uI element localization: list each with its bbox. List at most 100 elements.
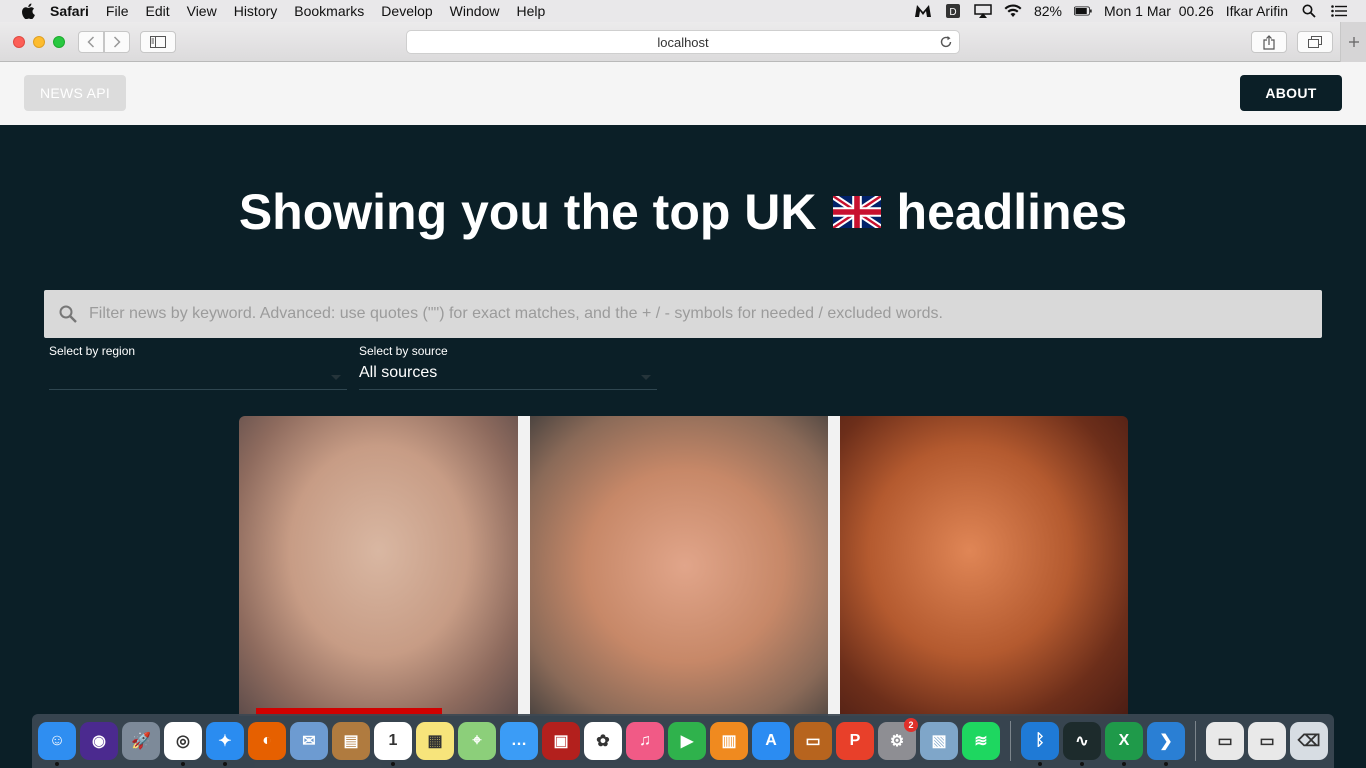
facetime-icon[interactable]: ▶ [668, 722, 706, 760]
vscode-icon[interactable]: ❯ [1147, 722, 1185, 766]
search-input[interactable] [89, 305, 1289, 323]
safari-icon[interactable]: ✦ [206, 722, 244, 766]
fullscreen-window-button[interactable] [53, 36, 65, 48]
source-select-value: All sources [359, 364, 438, 381]
mail-stamp-icon[interactable]: ✉ [290, 722, 328, 760]
books-icon[interactable]: ▥ [710, 722, 748, 760]
spotify-icon[interactable]: ≋ [962, 722, 1000, 760]
battery-icon[interactable] [1074, 3, 1092, 19]
notes-icon[interactable]: ▦ [416, 722, 454, 760]
sidebar-toggle-button[interactable] [140, 31, 176, 53]
menu-bookmarks[interactable]: Bookmarks [294, 3, 364, 19]
menu-app-name[interactable]: Safari [50, 3, 89, 19]
new-tab-button[interactable] [1340, 22, 1366, 62]
browser-toolbar: localhost [0, 22, 1366, 62]
battery-percent: 82% [1033, 3, 1063, 19]
source-select[interactable]: All sources [359, 364, 657, 390]
about-button[interactable]: ABOUT [1240, 75, 1342, 111]
window-thumb-icon-glyph: ▭ [1217, 733, 1233, 750]
safari-icon-glyph: ✦ [218, 733, 232, 750]
bluetooth-icon[interactable]: ᛒ [1021, 722, 1059, 766]
keynote-icon-glyph: ▭ [805, 733, 821, 750]
system-preferences-icon[interactable]: ⚙ 2 [878, 718, 918, 760]
dash-icon[interactable]: D [944, 3, 962, 19]
headline-text-end: headlines [896, 184, 1128, 240]
share-button[interactable] [1251, 31, 1287, 53]
news-api-brand-button[interactable]: NEWS API [24, 75, 126, 111]
svg-text:D: D [949, 7, 956, 18]
user-name[interactable]: Ifkar Arifin [1226, 3, 1288, 19]
mail-stamp-icon-glyph: ✉ [302, 733, 316, 750]
clock[interactable]: Mon 1 Mar 00.26 [1104, 3, 1214, 19]
messages-icon-glyph: … [511, 732, 527, 749]
running-indicator [391, 762, 395, 766]
wifi-icon[interactable] [1004, 3, 1022, 19]
apple-menu-icon[interactable] [20, 3, 36, 19]
itunes-icon-glyph: ♫ [639, 732, 651, 749]
maps-icon[interactable]: ⌖ [458, 722, 496, 760]
itunes-icon[interactable]: ♫ [626, 722, 664, 760]
menu-bar: Safari File Edit View History Bookmarks … [0, 0, 1366, 22]
page-title: Showing you the top UK headlines [0, 183, 1366, 241]
wps-icon[interactable]: P [836, 722, 874, 760]
airplay-icon[interactable] [974, 3, 992, 19]
news-card-image[interactable] [239, 416, 1128, 716]
forward-button[interactable] [104, 31, 130, 53]
tabs-icon [1308, 36, 1322, 48]
show-tabs-button[interactable] [1297, 31, 1333, 53]
excel-icon-glyph: X [1118, 732, 1130, 749]
siri-icon[interactable]: ◉ [80, 722, 118, 760]
running-indicator [1080, 762, 1084, 766]
menu-edit[interactable]: Edit [145, 3, 169, 19]
finder-icon[interactable]: ☺ [38, 722, 76, 766]
menu-view[interactable]: View [187, 3, 217, 19]
contacts-icon-glyph: ▤ [343, 733, 359, 750]
menu-history[interactable]: History [234, 3, 278, 19]
malwarebytes-icon[interactable] [914, 3, 932, 19]
source-select-group: Select by source All sources [359, 344, 657, 390]
photo-booth-icon[interactable]: ▣ [542, 722, 580, 760]
chrome-icon[interactable]: ◎ [164, 722, 202, 766]
menu-develop[interactable]: Develop [381, 3, 432, 19]
photos-icon-glyph: ✿ [596, 733, 610, 750]
keynote-icon[interactable]: ▭ [794, 722, 832, 760]
contacts-icon[interactable]: ▤ [332, 722, 370, 760]
running-indicator [1038, 762, 1042, 766]
firefox-icon[interactable]: ◐ [248, 722, 286, 760]
window-thumb-icon[interactable]: ▭ [1206, 722, 1244, 760]
url-text: localhost [657, 34, 709, 50]
address-bar[interactable]: localhost [406, 30, 960, 54]
messages-icon[interactable]: … [500, 722, 538, 760]
launchpad-icon[interactable]: 🚀 [122, 722, 160, 760]
share-icon [1263, 34, 1275, 50]
back-button[interactable] [78, 31, 104, 53]
menu-help[interactable]: Help [516, 3, 545, 19]
menu-window[interactable]: Window [450, 3, 500, 19]
minimize-window-button[interactable] [33, 36, 45, 48]
trash-icon[interactable]: ⌫ [1290, 722, 1328, 760]
photo-divider [518, 416, 530, 716]
region-select-label: Select by region [49, 344, 136, 358]
maps-icon-glyph: ⌖ [472, 732, 482, 749]
activity-monitor-icon[interactable]: ∿ [1063, 722, 1101, 766]
app-store-icon[interactable]: A [752, 722, 790, 760]
launchpad-icon-glyph: 🚀 [131, 733, 151, 750]
photo-booth-icon-glyph: ▣ [553, 733, 569, 750]
running-indicator [1164, 762, 1168, 766]
calendar-icon[interactable]: 1 [374, 722, 412, 766]
system-preferences-icon-glyph: ⚙ [889, 733, 905, 750]
notification-center-icon[interactable] [1330, 3, 1348, 19]
region-select[interactable] [49, 364, 347, 390]
excel-icon[interactable]: X [1105, 722, 1143, 766]
spotlight-search-icon[interactable] [1300, 3, 1318, 19]
photos-icon[interactable]: ✿ [584, 722, 622, 760]
close-window-button[interactable] [13, 36, 25, 48]
activity-monitor-icon-glyph: ∿ [1075, 733, 1089, 750]
menu-file[interactable]: File [106, 3, 129, 19]
reload-icon[interactable] [939, 35, 953, 49]
chrome-window-icon[interactable]: ▭ [1248, 722, 1286, 760]
dock-separator [1010, 721, 1011, 761]
preview-icon[interactable]: ▧ [920, 722, 958, 760]
dock-separator [1195, 721, 1196, 761]
spotify-icon-glyph: ≋ [974, 733, 988, 750]
